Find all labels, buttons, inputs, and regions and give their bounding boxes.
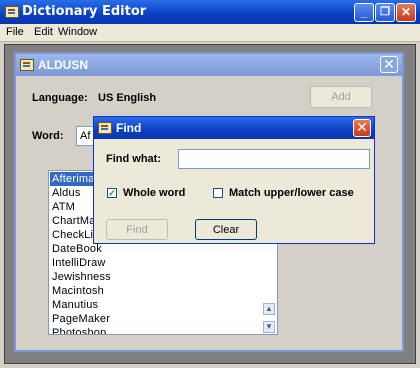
- menu-window[interactable]: Window: [58, 26, 97, 38]
- child-window-title: ALDUSN: [38, 58, 88, 72]
- language-label: Language:: [32, 92, 88, 104]
- list-item[interactable]: Aldus: [50, 186, 81, 200]
- find-dialog: Find ✕ Find what: ✓ Whole word Match upp…: [93, 116, 375, 244]
- list-item[interactable]: DateBook: [50, 242, 102, 256]
- match-case-label: Match upper/lower case: [229, 187, 354, 199]
- list-item[interactable]: Photoshop: [50, 326, 106, 334]
- find-button[interactable]: Find: [106, 219, 168, 240]
- language-value: US English: [98, 92, 157, 104]
- add-button[interactable]: Add: [310, 86, 372, 108]
- find-title-bar[interactable]: Find ✕: [94, 117, 374, 139]
- list-item[interactable]: CheckLis: [50, 228, 99, 242]
- find-close-button[interactable]: ✕: [353, 119, 371, 137]
- list-item[interactable]: PageMaker: [50, 312, 110, 326]
- document-icon: [20, 59, 34, 71]
- restore-button[interactable]: ❐: [375, 3, 395, 22]
- clear-button[interactable]: Clear: [195, 219, 257, 240]
- list-item[interactable]: IntelliDraw: [50, 256, 106, 270]
- menu-file[interactable]: File: [6, 26, 24, 38]
- menu-bar: File Edit Window: [0, 24, 420, 42]
- whole-word-checkbox[interactable]: ✓: [107, 188, 117, 198]
- list-item[interactable]: ATM: [50, 200, 75, 214]
- find-dialog-title: Find: [116, 121, 142, 135]
- child-title-bar[interactable]: ALDUSN ✕: [16, 54, 402, 76]
- list-item[interactable]: Jewishness: [50, 270, 111, 284]
- scroll-up-arrow-icon[interactable]: ▲: [263, 303, 275, 315]
- main-window-title: Dictionary Editor: [22, 4, 147, 19]
- main-title-bar[interactable]: Dictionary Editor _ ❐ ✕: [0, 0, 420, 24]
- scroll-down-arrow-icon[interactable]: ▼: [263, 321, 275, 333]
- word-label: Word:: [32, 130, 64, 142]
- child-close-button[interactable]: ✕: [380, 56, 398, 73]
- match-case-checkbox[interactable]: [213, 188, 223, 198]
- list-item[interactable]: Macintosh: [50, 284, 104, 298]
- minimize-button[interactable]: _: [354, 3, 374, 22]
- whole-word-label: Whole word: [123, 187, 186, 199]
- main-window: Dictionary Editor _ ❐ ✕ File Edit Window…: [0, 0, 420, 368]
- dictionary-app-icon: [5, 6, 19, 18]
- menu-edit[interactable]: Edit: [34, 26, 53, 38]
- list-item[interactable]: ChartMa: [50, 214, 96, 228]
- list-item[interactable]: Manutius: [50, 298, 98, 312]
- find-what-input[interactable]: [178, 149, 370, 169]
- close-button[interactable]: ✕: [396, 3, 416, 22]
- find-what-label: Find what:: [106, 153, 161, 165]
- find-dialog-icon: [98, 122, 112, 134]
